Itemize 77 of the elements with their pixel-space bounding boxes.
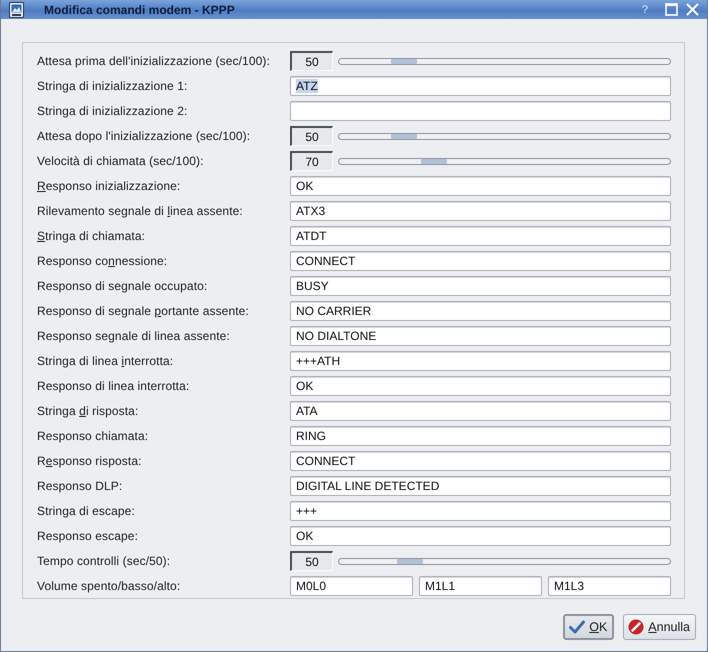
field-label: Responso di linea interrotta: <box>37 378 190 395</box>
text-field[interactable]: ATX3 <box>290 201 671 221</box>
text-field[interactable]: RING <box>290 426 671 446</box>
spin-box[interactable]: 50 <box>290 51 333 71</box>
text-field[interactable]: ATA <box>290 401 671 421</box>
cancel-icon <box>628 619 644 635</box>
field-label: Velocità di chiamata (sec/100): <box>37 153 205 170</box>
field-label: Stringa di escape: <box>37 503 136 520</box>
ok-button[interactable]: OK <box>563 614 614 640</box>
field-label: Rilevamento segnale di linea assente: <box>37 203 244 220</box>
text-field[interactable]: OK <box>290 526 671 546</box>
checkmark-icon <box>569 619 586 635</box>
field-label: Stringa di risposta: <box>37 403 140 420</box>
field-value: OK <box>296 179 314 193</box>
field-value: +++ <box>296 504 318 518</box>
text-field[interactable]: ATDT <box>290 226 671 246</box>
field-label: Stringa di inizializzazione 1: <box>37 78 188 95</box>
text-field[interactable]: +++ATH <box>290 351 671 371</box>
maximize-icon[interactable] <box>665 3 678 16</box>
field-label: Stringa di chiamata: <box>37 228 146 245</box>
text-field[interactable]: NO CARRIER <box>290 301 671 321</box>
spin-box[interactable]: 50 <box>290 551 333 571</box>
field-value: RING <box>296 429 326 443</box>
field-value: OK <box>296 529 314 543</box>
slider-track[interactable] <box>338 58 671 64</box>
field-value: ATZ <box>296 79 318 93</box>
field-label: Responso inizializzazione: <box>37 178 182 195</box>
window-title: Modifica comandi modem - KPPP <box>44 2 236 16</box>
text-field[interactable]: M1L3 <box>548 576 671 596</box>
field-value: ATX3 <box>296 204 326 218</box>
field-label: Stringa di linea interrotta: <box>37 353 174 370</box>
text-field[interactable]: M0L0 <box>290 576 413 596</box>
field-label: Responso chiamata: <box>37 428 150 445</box>
text-field[interactable]: OK <box>290 176 671 196</box>
field-value: NO DIALTONE <box>296 329 376 343</box>
field-value: ATA <box>296 404 318 418</box>
field-label: Tempo controlli (sec/50): <box>37 553 172 570</box>
field-label: Responso di segnale occupato: <box>37 278 208 295</box>
slider-track[interactable] <box>338 132 671 140</box>
field-value: DIGITAL LINE DETECTED <box>296 479 440 493</box>
field-value: CONNECT <box>296 254 356 268</box>
cancel-button[interactable]: Annulla <box>623 614 696 640</box>
text-field[interactable]: +++ <box>290 501 671 521</box>
field-label: Stringa di inizializzazione 2: <box>37 103 188 120</box>
field-value: ATDT <box>296 229 326 243</box>
text-field[interactable]: ATZ <box>290 76 671 96</box>
field-label: Responso risposta: <box>37 453 143 470</box>
field-value: BUSY <box>296 279 329 293</box>
text-field[interactable]: BUSY <box>290 276 671 296</box>
slider-track[interactable] <box>338 158 671 164</box>
text-field[interactable]: DIGITAL LINE DETECTED <box>290 476 671 496</box>
slider-thumb[interactable] <box>421 158 448 164</box>
field-label: Attesa prima dell'inizializzazione (sec/100): <box>37 53 271 70</box>
field-label: Responso DLP: <box>37 478 124 495</box>
close-icon[interactable] <box>686 3 699 16</box>
field-label: Responso connessione: <box>37 253 168 270</box>
slider-track[interactable] <box>338 558 671 564</box>
text-field[interactable]: OK <box>290 376 671 396</box>
text-field[interactable]: NO DIALTONE <box>290 326 671 346</box>
field-label: Responso escape: <box>37 528 139 545</box>
field-label: Volume spento/basso/alto: <box>37 578 182 595</box>
text-field[interactable]: M1L1 <box>419 576 542 596</box>
text-field[interactable]: CONNECT <box>290 251 671 271</box>
field-value: OK <box>296 379 314 393</box>
spin-box[interactable]: 50 <box>290 126 333 146</box>
field-value: +++ATH <box>296 354 340 368</box>
text-field[interactable]: CONNECT <box>290 451 671 471</box>
slider-thumb[interactable] <box>390 134 417 138</box>
field-label: Responso segnale di linea assente: <box>37 328 231 345</box>
field-label: Attesa dopo l'inizializzazione (sec/100): <box>37 128 252 145</box>
field-value: NO CARRIER <box>296 304 372 318</box>
slider-thumb[interactable] <box>390 58 417 64</box>
field-value: CONNECT <box>296 454 356 468</box>
field-label: Responso di segnale portante assente: <box>37 303 250 320</box>
slider-thumb[interactable] <box>396 558 423 564</box>
text-field[interactable] <box>290 101 671 121</box>
spin-box[interactable]: 70 <box>290 151 333 171</box>
